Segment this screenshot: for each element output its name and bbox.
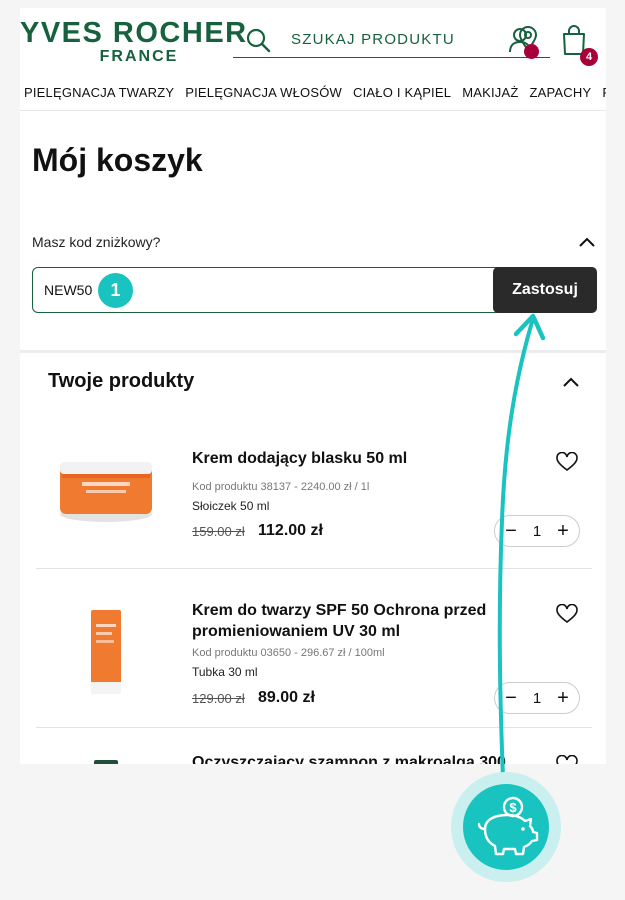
product-size: Tubka 30 ml	[192, 665, 258, 679]
nav-item-hair-care[interactable]: PIELĘGNACJA WŁOSÓW	[185, 81, 342, 110]
quantity-value: 1	[532, 689, 542, 707]
svg-text:$: $	[509, 800, 517, 815]
chevron-up-icon[interactable]	[562, 376, 580, 388]
cart-count-badge: 4	[580, 48, 598, 66]
cart-button[interactable]: 4	[560, 24, 598, 66]
new-price: 89.00 zł	[258, 689, 315, 706]
product-code: Kod produktu 03650 - 296.67 zł / 100ml	[192, 647, 385, 659]
search-placeholder[interactable]: SZUKAJ PRODUKTU	[291, 31, 455, 48]
step-number-badge: 1	[98, 273, 133, 308]
nav-item-more[interactable]: P	[602, 81, 606, 110]
quantity-stepper: − 1 +	[494, 682, 580, 714]
page-title: Mój koszyk	[32, 142, 203, 178]
increase-button[interactable]: +	[555, 688, 571, 708]
chevron-up-icon[interactable]	[578, 236, 596, 248]
product-name[interactable]: Oczyszczający szampon z makroalgą 300	[192, 752, 522, 764]
product-code: Kod produktu 38137 - 2240.00 zł / 1l	[192, 481, 370, 493]
main-nav: PIELĘGNACJA TWARZY PIELĘGNACJA WŁOSÓW CI…	[20, 81, 606, 111]
item-divider	[36, 568, 592, 569]
old-price: 159.00 zł	[192, 524, 245, 539]
products-section-title: Twoje produkty	[48, 370, 195, 392]
old-price: 129.00 zł	[192, 691, 245, 706]
quantity-value: 1	[532, 522, 542, 540]
nav-item-face-care[interactable]: PIELĘGNACJA TWARZY	[24, 81, 174, 110]
nav-item-makeup[interactable]: MAKIJAŻ	[462, 81, 518, 110]
heart-icon[interactable]	[556, 452, 578, 472]
product-size: Słoiczek 50 ml	[192, 499, 270, 513]
decrease-button[interactable]: −	[503, 521, 519, 541]
nav-item-fragrances[interactable]: ZAPACHY	[529, 81, 591, 110]
new-price: 112.00 zł	[258, 522, 323, 539]
logo-main-text: YVES ROCHER	[20, 17, 248, 49]
brand-logo[interactable]: YVES ROCHER FRANCE	[20, 17, 248, 66]
logo-sub-text: FRANCE	[99, 48, 179, 65]
decrease-button[interactable]: −	[503, 688, 519, 708]
item-divider	[36, 727, 592, 728]
product-name[interactable]: Krem do twarzy SPF 50 Ochrona przed prom…	[192, 600, 522, 642]
nav-item-body-bath[interactable]: CIAŁO I KĄPIEL	[353, 81, 451, 110]
section-divider	[20, 350, 606, 353]
discount-toggle-label[interactable]: Masz kod zniżkowy?	[32, 234, 160, 250]
account-button[interactable]	[508, 26, 539, 60]
product-image[interactable]	[36, 602, 176, 722]
product-name[interactable]: Krem dodający blasku 50 ml	[192, 448, 522, 469]
quantity-stepper: − 1 +	[494, 515, 580, 547]
heart-icon[interactable]	[556, 604, 578, 624]
product-image[interactable]	[36, 760, 176, 764]
increase-button[interactable]: +	[555, 521, 571, 541]
search-icon[interactable]	[245, 27, 271, 53]
cart-page: YVES ROCHER FRANCE SZUKAJ PRODUKTU 4 PIE…	[20, 8, 606, 764]
heart-icon[interactable]	[556, 755, 578, 764]
apply-code-button[interactable]: Zastosuj	[493, 267, 597, 313]
piggy-bank-icon: $	[477, 796, 539, 856]
product-image[interactable]	[36, 432, 176, 552]
account-status-dot	[524, 44, 539, 59]
search-bar[interactable]: SZUKAJ PRODUKTU	[233, 22, 550, 58]
